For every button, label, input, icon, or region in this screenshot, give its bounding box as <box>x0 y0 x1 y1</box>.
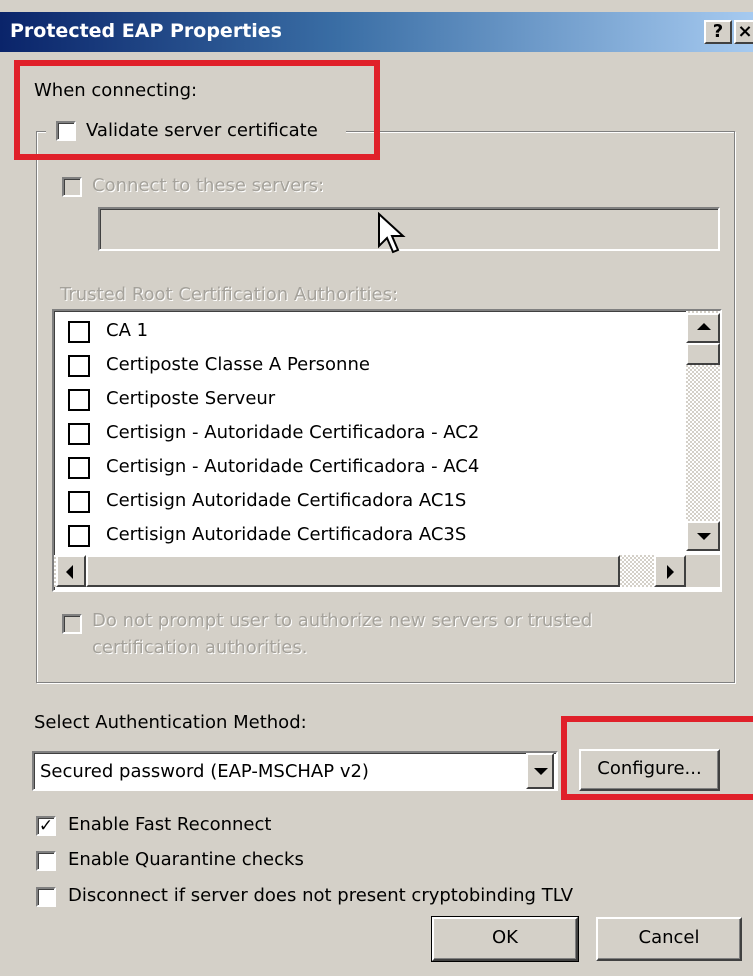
quarantine-checkbox[interactable] <box>36 851 56 871</box>
help-button[interactable]: ? <box>704 20 732 44</box>
protected-eap-dialog: Protected EAP Properties ? × When connec… <box>0 0 753 976</box>
do-not-prompt-checkbox[interactable] <box>62 614 82 634</box>
title-bar[interactable]: Protected EAP Properties ? × <box>0 12 753 52</box>
horizontal-scroll-thumb[interactable] <box>86 555 620 587</box>
list-item-checkbox[interactable] <box>68 457 90 479</box>
do-not-prompt-label-line1: Do not prompt user to authorize new serv… <box>92 610 593 631</box>
trusted-root-listbox[interactable]: CA 1 Certiposte Classe A Personne Certip… <box>52 309 722 592</box>
chevron-down-icon <box>534 768 548 775</box>
cryptobinding-label: Disconnect if server does not present cr… <box>68 885 574 906</box>
highlight-box-validation <box>14 60 380 160</box>
auth-method-select[interactable]: Secured password (EAP-MSCHAP v2) <box>32 751 558 791</box>
scroll-right-button[interactable] <box>654 555 686 587</box>
servers-input[interactable] <box>98 207 720 251</box>
connect-servers-label: Connect to these servers: <box>92 175 325 196</box>
scroll-up-button[interactable] <box>686 313 720 343</box>
scrollbar-corner <box>686 555 720 587</box>
cryptobinding-checkbox[interactable] <box>36 887 56 907</box>
auth-method-value: Secured password (EAP-MSCHAP v2) <box>40 761 369 782</box>
arrow-right-icon <box>667 565 674 579</box>
list-item-checkbox[interactable] <box>68 491 90 513</box>
close-icon: × <box>737 21 753 42</box>
list-item-checkbox[interactable] <box>68 321 90 343</box>
list-item-checkbox[interactable] <box>68 355 90 377</box>
arrow-up-icon <box>697 323 711 330</box>
vertical-scroll-thumb[interactable] <box>686 343 720 365</box>
scroll-down-button[interactable] <box>686 521 720 551</box>
do-not-prompt-label-line2: certification authorities. <box>92 637 308 658</box>
highlight-box-configure <box>561 716 753 800</box>
scroll-left-button[interactable] <box>56 555 86 587</box>
auth-method-dropdown-button[interactable] <box>526 753 554 789</box>
list-item-checkbox[interactable] <box>68 525 90 547</box>
arrow-left-icon <box>66 565 73 579</box>
list-item-checkbox[interactable] <box>68 389 90 411</box>
connect-servers-checkbox[interactable] <box>62 177 82 197</box>
window-title: Protected EAP Properties <box>10 20 282 42</box>
help-icon: ? <box>712 21 724 42</box>
fast-reconnect-label: Enable Fast Reconnect <box>68 814 272 835</box>
auth-method-label: Select Authentication Method: <box>34 712 307 733</box>
list-item-checkbox[interactable] <box>68 423 90 445</box>
cancel-button[interactable]: Cancel <box>596 917 742 961</box>
mouse-cursor-icon <box>378 212 406 254</box>
trusted-root-label: Trusted Root Certification Authorities: <box>60 284 399 305</box>
arrow-down-icon <box>697 533 711 540</box>
fast-reconnect-checkbox[interactable]: ✓ <box>36 816 56 836</box>
quarantine-label: Enable Quarantine checks <box>68 849 304 870</box>
close-button[interactable]: × <box>734 20 753 44</box>
ok-button[interactable]: OK <box>432 917 578 961</box>
